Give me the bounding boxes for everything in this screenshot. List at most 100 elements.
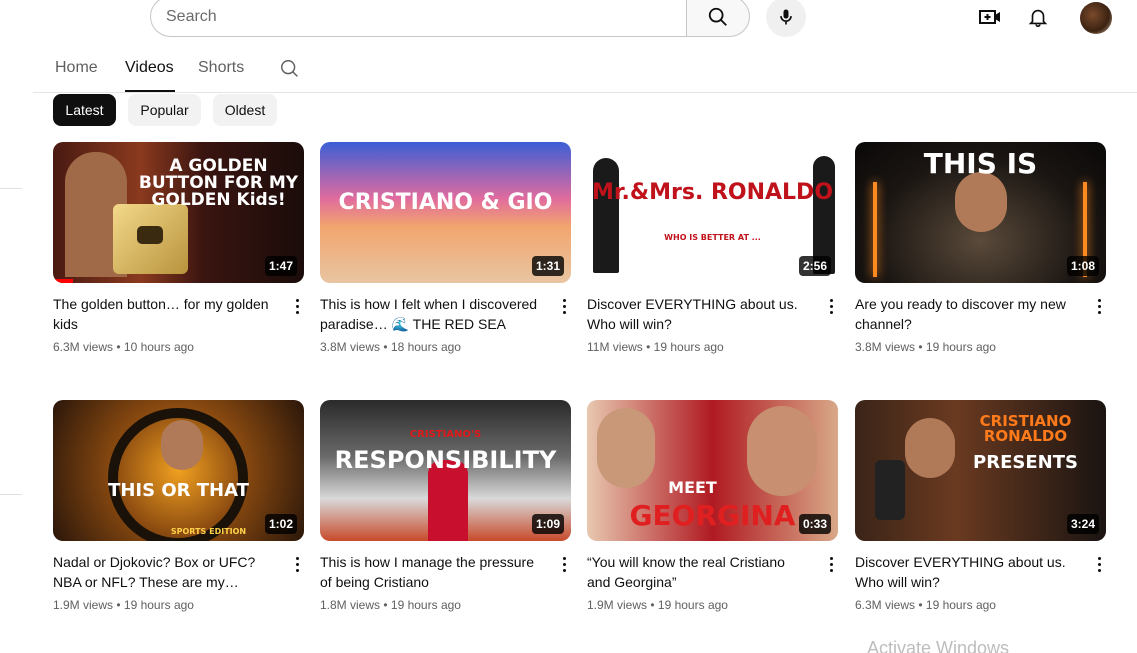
notifications-button[interactable] [1026, 5, 1050, 29]
video-meta: 11M views • 19 hours ago [587, 340, 724, 354]
windows-activation-watermark: Activate Windows [867, 638, 1010, 653]
chip-popular[interactable]: Popular [128, 94, 201, 126]
upload-age: 19 hours ago [390, 598, 461, 612]
thumbnail-text: CRISTIANO RONALDO [979, 412, 1072, 445]
mic-icon [780, 9, 792, 25]
create-button[interactable] [978, 5, 1002, 29]
video-meta: 1.9M views • 19 hours ago [53, 598, 194, 612]
video-duration: 2:56 [798, 256, 831, 276]
video-duration: 1:47 [264, 256, 297, 276]
video-thumbnail[interactable]: Mr.&Mrs. RONALDO WHO IS BETTER AT ... 2:… [587, 142, 838, 283]
video-card[interactable]: MEET GEORGINA 0:33 “You will know the re… [587, 400, 838, 612]
search-input[interactable]: Search [150, 0, 687, 37]
tab-shorts[interactable]: Shorts [198, 59, 244, 77]
more-vert-icon[interactable] [824, 296, 838, 316]
search-icon [708, 7, 727, 26]
thumbnail-text: THIS OR THAT [108, 480, 249, 501]
upload-age: 19 hours ago [657, 598, 728, 612]
video-meta: 1.9M views • 19 hours ago [587, 598, 728, 612]
upload-age: 19 hours ago [925, 598, 996, 612]
video-card[interactable]: CRISTIANO RONALDO PRESENTS 3:24 Discover… [855, 400, 1106, 612]
video-title[interactable]: This is how I manage the pressure of bei… [320, 552, 545, 592]
active-tab-indicator [125, 90, 175, 92]
video-card[interactable]: CRISTIANO & GIO 1:31 This is how I felt … [320, 142, 571, 354]
video-card[interactable]: A GOLDEN BUTTON FOR MY GOLDEN Kids! 1:47… [53, 142, 304, 354]
video-meta: 3.8M views • 18 hours ago [320, 340, 461, 354]
view-count: 1.8M views [320, 598, 381, 612]
video-meta: 3.8M views • 19 hours ago [855, 340, 996, 354]
video-card[interactable]: THIS IS 1:08 Are you ready to discover m… [855, 142, 1106, 354]
thumbnail-subtext: WHO IS BETTER AT ... [664, 233, 761, 242]
view-count: 11M views [587, 340, 643, 354]
video-title[interactable]: Are you ready to discover my new channel… [855, 294, 1080, 334]
more-vert-icon[interactable] [557, 296, 571, 316]
upload-age: 18 hours ago [390, 340, 461, 354]
thumbnail-text: RESPONSIBILITY [334, 446, 557, 474]
thumbnail-subtext: PRESENTS [973, 452, 1078, 473]
video-thumbnail[interactable]: MEET GEORGINA 0:33 [587, 400, 838, 541]
video-title[interactable]: The golden button… for my golden kids [53, 294, 278, 334]
more-vert-icon[interactable] [824, 554, 838, 574]
video-thumbnail[interactable]: CRISTIANO RONALDO PRESENTS 3:24 [855, 400, 1106, 541]
video-meta: 6.3M views • 10 hours ago [53, 340, 194, 354]
chip-latest[interactable]: Latest [53, 94, 116, 126]
divider [0, 494, 22, 495]
channel-tabs: Home Videos Shorts [33, 50, 1137, 93]
thumbnail-text: THIS IS [923, 147, 1038, 180]
upload-age: 19 hours ago [653, 340, 724, 354]
video-duration: 1:02 [264, 514, 297, 534]
video-title[interactable]: Discover EVERYTHING about us. Who will w… [855, 552, 1080, 592]
more-vert-icon[interactable] [290, 554, 304, 574]
video-duration: 1:08 [1066, 256, 1099, 276]
video-card[interactable]: Mr.&Mrs. RONALDO WHO IS BETTER AT ... 2:… [587, 142, 838, 354]
view-count: 3.8M views [320, 340, 381, 354]
upload-age: 19 hours ago [925, 340, 996, 354]
video-title[interactable]: “You will know the real Cristiano and Ge… [587, 552, 812, 592]
search-placeholder: Search [166, 7, 217, 25]
video-duration: 1:09 [531, 514, 564, 534]
channel-search-button[interactable] [279, 58, 301, 85]
divider [0, 188, 22, 189]
view-count: 1.9M views [587, 598, 648, 612]
video-title[interactable]: This is how I felt when I discovered par… [320, 294, 545, 334]
video-thumbnail[interactable]: CRISTIANO & GIO 1:31 [320, 142, 571, 283]
thumbnail-text: Mr.&Mrs. RONALDO [591, 180, 834, 205]
video-duration: 3:24 [1066, 514, 1099, 534]
thumbnail-text: A GOLDEN BUTTON FOR MY GOLDEN Kids! [138, 156, 299, 210]
video-thumbnail[interactable]: A GOLDEN BUTTON FOR MY GOLDEN Kids! 1:47 [53, 142, 304, 283]
upload-age: 19 hours ago [123, 598, 194, 612]
video-meta: 1.8M views • 19 hours ago [320, 598, 461, 612]
thumbnail-text: CRISTIANO & GIO [338, 190, 553, 215]
avatar[interactable] [1080, 2, 1112, 34]
view-count: 6.3M views [855, 598, 916, 612]
view-count: 6.3M views [53, 340, 114, 354]
create-icon [979, 10, 1000, 24]
search-icon [281, 60, 298, 77]
thumbnail-subtext: MEET [668, 478, 717, 497]
watch-progress-bar [53, 279, 73, 283]
bell-icon [1028, 9, 1048, 27]
video-duration: 1:31 [531, 256, 564, 276]
search-button[interactable] [686, 0, 750, 37]
video-thumbnail[interactable]: THIS OR THAT SPORTS EDITION 1:02 [53, 400, 304, 541]
video-thumbnail[interactable]: CRISTIANO'S RESPONSIBILITY 1:09 [320, 400, 571, 541]
video-card[interactable]: CRISTIANO'S RESPONSIBILITY 1:09 This is … [320, 400, 571, 612]
voice-search-button[interactable] [766, 0, 806, 37]
more-vert-icon[interactable] [1092, 554, 1106, 574]
video-card[interactable]: THIS OR THAT SPORTS EDITION 1:02 Nadal o… [53, 400, 304, 612]
video-title[interactable]: Discover EVERYTHING about us. Who will w… [587, 294, 812, 334]
video-duration: 0:33 [798, 514, 831, 534]
thumbnail-subtext: CRISTIANO'S [409, 429, 482, 440]
upload-age: 10 hours ago [123, 340, 194, 354]
chip-oldest[interactable]: Oldest [213, 94, 277, 126]
more-vert-icon[interactable] [1092, 296, 1106, 316]
video-thumbnail[interactable]: THIS IS 1:08 [855, 142, 1106, 283]
more-vert-icon[interactable] [290, 296, 304, 316]
more-vert-icon[interactable] [557, 554, 571, 574]
view-count: 3.8M views [855, 340, 916, 354]
tab-home[interactable]: Home [55, 59, 98, 77]
view-count: 1.9M views [53, 598, 114, 612]
tab-videos[interactable]: Videos [125, 59, 174, 77]
video-meta: 6.3M views • 19 hours ago [855, 598, 996, 612]
video-title[interactable]: Nadal or Djokovic? Box or UFC? NBA or NF… [53, 552, 278, 592]
